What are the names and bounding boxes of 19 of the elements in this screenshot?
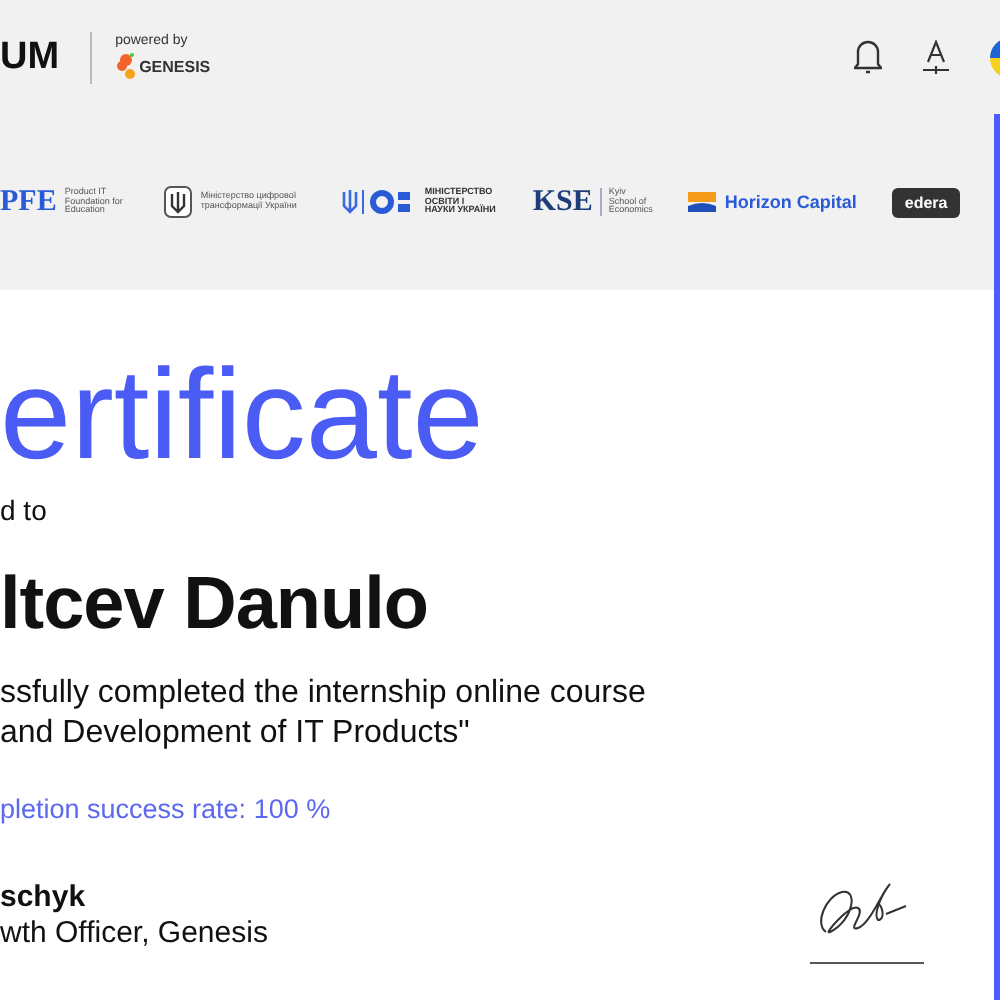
success-rate-text: pletion success rate: 100 % (0, 794, 331, 824)
certificate-title: ertificate (0, 340, 484, 478)
signer-role: wth Officer, Genesis (0, 916, 268, 950)
horizon-logo-icon (688, 192, 717, 212)
bell-icon[interactable] (854, 39, 882, 75)
recipient-name: ltcev Danulo (0, 562, 428, 646)
awarded-to-text: d to (0, 494, 47, 526)
genesis-logo-icon (115, 52, 136, 80)
course-text: ssfully completed the internship online course (0, 674, 646, 714)
partner-logo-text: KSE (532, 185, 593, 219)
brand-name: GENESIS (139, 57, 211, 75)
course-text: and Development of IT Products" (0, 714, 470, 754)
signer-name: schyk (0, 880, 86, 914)
partner-logo-text: Horizon Capital (724, 192, 857, 212)
partner-logo-text: PFE (0, 185, 57, 219)
partner-logo-text: edera (892, 187, 960, 217)
trident-icon (164, 186, 193, 218)
logo-text: UM (0, 35, 60, 79)
font-size-icon[interactable] (922, 39, 950, 75)
